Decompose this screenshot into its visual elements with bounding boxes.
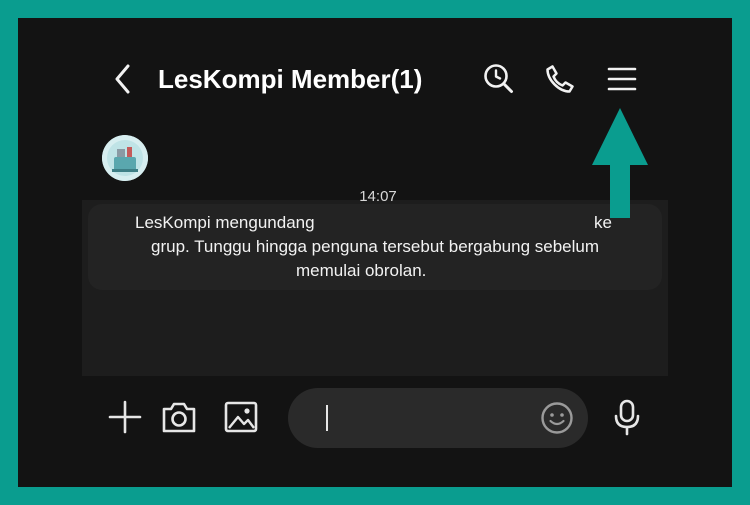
call-button[interactable] [543, 62, 577, 96]
system-message-line1-start: LesKompi mengundang [135, 213, 315, 232]
message-timestamp: 14:07 [359, 188, 397, 205]
smiley-icon [541, 402, 573, 434]
chat-screen: LesKompi Member(1) 14:07 LesKompi mengun… [18, 18, 732, 487]
text-cursor [326, 405, 328, 431]
camera-button[interactable] [160, 398, 198, 436]
emoji-button[interactable] [540, 401, 574, 435]
hamburger-menu-icon [607, 67, 637, 91]
system-message-line2: grup. Tunggu hingga penguna tersebut ber… [151, 237, 600, 256]
menu-button[interactable] [605, 62, 639, 96]
group-avatar-image [102, 135, 148, 181]
chat-title: LesKompi Member(1) [158, 64, 423, 94]
attach-plus-button[interactable] [106, 398, 144, 436]
arrow-up-icon [592, 108, 648, 218]
microphone-icon [614, 399, 640, 436]
group-avatar[interactable] [102, 135, 148, 181]
annotation-arrow [590, 108, 650, 218]
system-message-line3: memulai obrolan. [296, 261, 427, 280]
search-button[interactable] [482, 62, 516, 96]
plus-icon [108, 400, 142, 434]
phone-icon [546, 65, 574, 93]
chevron-left-icon [115, 64, 130, 94]
clock-search-icon [484, 64, 513, 93]
message-input[interactable] [288, 388, 588, 448]
gallery-button[interactable] [222, 398, 260, 436]
image-icon [224, 401, 258, 433]
voice-message-button[interactable] [608, 398, 646, 436]
camera-icon [162, 402, 196, 433]
back-button[interactable] [110, 62, 138, 96]
